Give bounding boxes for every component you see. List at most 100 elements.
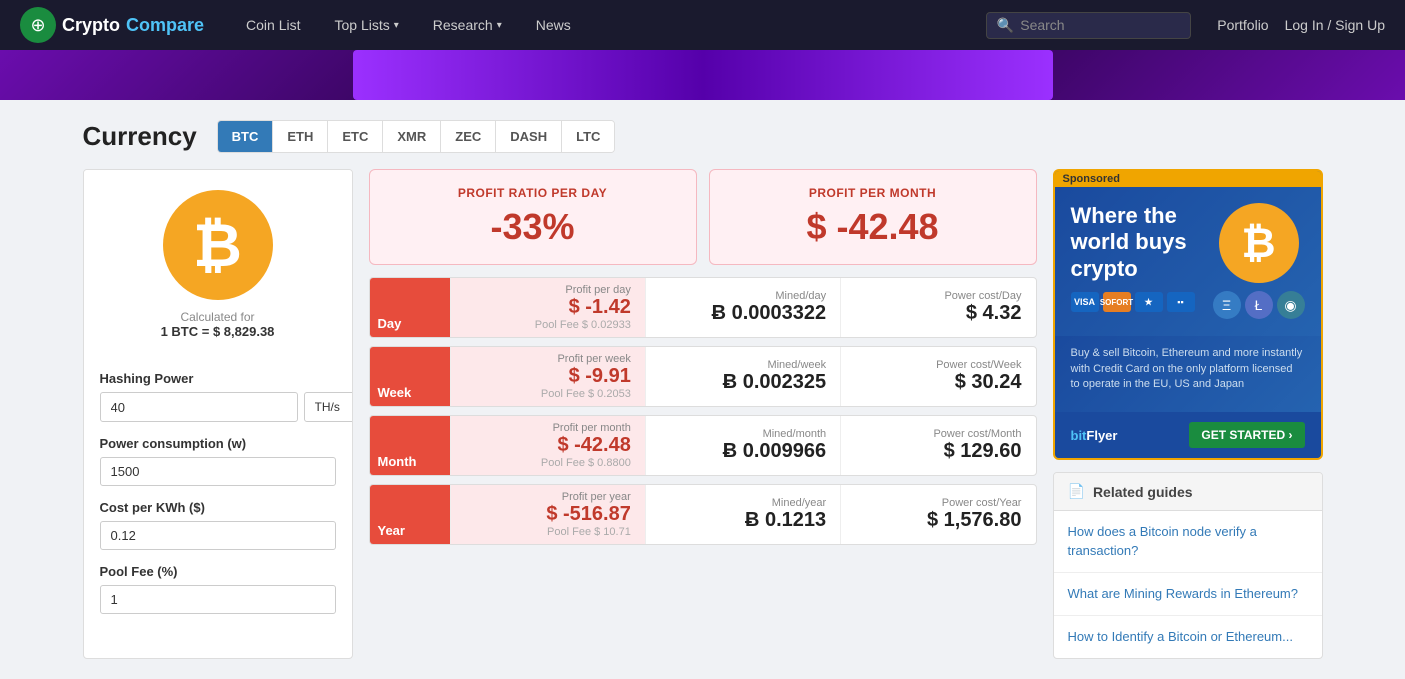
row-profit-col-label: Profit per day [465,284,631,296]
row-pool-fee: Pool Fee $ 10.71 [465,526,631,538]
row-power-col: Power cost/Week $ 30.24 [840,347,1035,406]
login-link[interactable]: Log In / Sign Up [1285,17,1385,33]
center-panel: PROFIT RATIO PER DAY -33% PROFIT PER MON… [369,169,1037,659]
flyer-text: Flyer [1086,428,1117,443]
summary-cards: PROFIT RATIO PER DAY -33% PROFIT PER MON… [369,169,1037,265]
currency-tabs: BTC ETH ETC XMR ZEC DASH LTC [217,120,616,153]
related-guides: 📄 Related guides How does a Bitcoin node… [1053,472,1323,659]
row-pool-fee: Pool Fee $ 0.02933 [465,319,631,331]
row-mined-value: Ƀ 0.009966 [660,440,826,463]
guide-link[interactable]: How to Identify a Bitcoin or Ethereum... [1054,616,1322,658]
ad-cta-button[interactable]: GET STARTED › [1189,422,1304,448]
right-panel: Sponsored Where the world buys crypto VI… [1053,169,1323,659]
table-row: Week Profit per week $ -9.91 Pool Fee $ … [369,346,1037,407]
ad-btc-icon: ₿ [1219,203,1299,283]
payment-icon-3: ★ [1135,292,1163,312]
nav-top-lists[interactable]: Top Lists ▾ [323,0,411,50]
ad-body: Where the world buys crypto VISA SOFORT … [1055,187,1321,336]
ad-description-area: Buy & sell Bitcoin, Ethereum and more in… [1055,336,1321,412]
row-profit-value: $ -1.42 [465,296,631,319]
row-power-label: Power cost/Year [855,497,1021,509]
tab-ltc[interactable]: LTC [562,121,614,152]
data-rows: Day Profit per day $ -1.42 Pool Fee $ 0.… [369,277,1037,545]
left-panel: ₿ Calculated for 1 BTC = $ 8,829.38 Hash… [83,169,353,659]
calc-label: Calculated for [180,310,254,324]
row-profit-value: $ -42.48 [465,434,631,457]
nav-research[interactable]: Research ▾ [421,0,514,50]
row-power-label: Power cost/Month [855,428,1021,440]
row-power-col: Power cost/Day $ 4.32 [840,278,1035,337]
row-mined-col: Mined/day Ƀ 0.0003322 [645,278,840,337]
profit-month-card: PROFIT PER MONTH $ -42.48 [709,169,1037,265]
main-content: ₿ Calculated for 1 BTC = $ 8,829.38 Hash… [83,169,1323,659]
row-profit-value: $ -9.91 [465,365,631,388]
row-mined-label: Mined/year [660,497,826,509]
table-row: Year Profit per year $ -516.87 Pool Fee … [369,484,1037,545]
chevron-down-icon: ▾ [394,20,399,31]
guide-links: How does a Bitcoin node verify a transac… [1054,511,1322,658]
tab-btc[interactable]: BTC [218,121,274,152]
row-mined-col: Mined/year Ƀ 0.1213 [645,485,840,544]
tab-eth[interactable]: ETH [273,121,328,152]
alt-coin-icon: ◉ [1277,291,1305,319]
pool-fee-label: Pool Fee (%) [100,564,336,579]
row-period: Week [378,385,412,400]
tab-xmr[interactable]: XMR [383,121,441,152]
document-icon: 📄 [1068,483,1085,500]
row-period-label: Year [370,485,450,544]
row-profit-col: Profit per week $ -9.91 Pool Fee $ 0.205… [450,347,645,406]
table-row: Month Profit per month $ -42.48 Pool Fee… [369,415,1037,476]
profit-month-value: $ -42.48 [730,206,1016,248]
row-power-col: Power cost/Month $ 129.60 [840,416,1035,475]
hashing-power-input[interactable] [100,392,298,422]
ad-card[interactable]: Sponsored Where the world buys crypto VI… [1053,169,1323,460]
tab-dash[interactable]: DASH [496,121,562,152]
row-pool-fee: Pool Fee $ 0.2053 [465,388,631,400]
logo-text-crypto: Crypto [62,15,120,36]
search-input[interactable] [1020,17,1180,33]
related-guides-title: Related guides [1093,484,1193,500]
nav-news[interactable]: News [524,0,583,50]
navigation: ⊕ Crypto Compare Coin List Top Lists ▾ R… [0,0,1405,50]
power-consumption-input[interactable] [100,457,336,486]
banner-content [353,50,1053,100]
tab-zec[interactable]: ZEC [441,121,496,152]
row-period: Month [378,454,417,469]
row-power-value: $ 1,576.80 [855,509,1021,532]
portfolio-link[interactable]: Portfolio [1217,17,1268,33]
row-mined-value: Ƀ 0.1213 [660,509,826,532]
row-profit-col-label: Profit per month [465,422,631,434]
promo-banner[interactable] [0,50,1405,100]
ad-headline: Where the world buys crypto [1071,203,1201,282]
eth-icon: Ξ [1213,291,1241,319]
ad-sponsored-label: Sponsored [1055,171,1321,187]
row-mined-label: Mined/day [660,290,826,302]
row-power-col: Power cost/Year $ 1,576.80 [840,485,1035,544]
ad-description: Buy & sell Bitcoin, Ethereum and more in… [1071,346,1305,392]
row-period-label: Day [370,278,450,337]
ltc-icon: Ł [1245,291,1273,319]
page-header: Currency BTC ETH ETC XMR ZEC DASH LTC [83,120,1323,153]
logo-icon: ⊕ [20,7,56,43]
profit-ratio-card: PROFIT RATIO PER DAY -33% [369,169,697,265]
calc-value: 1 BTC = $ 8,829.38 [161,324,275,339]
cost-per-kwh-input[interactable] [100,521,336,550]
row-profit-value: $ -516.87 [465,503,631,526]
page-container: Currency BTC ETH ETC XMR ZEC DASH LTC ₿ … [63,100,1343,679]
visa-icon: VISA [1071,292,1099,312]
guide-link[interactable]: What are Mining Rewards in Ethereum? [1054,573,1322,616]
row-period: Day [378,316,402,331]
profit-month-label: PROFIT PER MONTH [730,186,1016,200]
logo-link[interactable]: ⊕ Crypto Compare [20,7,204,43]
mining-form: Hashing Power TH/s GH/s MH/s Power consu… [84,359,352,640]
guide-link[interactable]: How does a Bitcoin node verify a transac… [1054,511,1322,572]
row-period: Year [378,523,405,538]
nav-coin-list[interactable]: Coin List [234,0,312,50]
row-profit-col: Profit per year $ -516.87 Pool Fee $ 10.… [450,485,645,544]
tab-etc[interactable]: ETC [328,121,383,152]
ad-payment-icons: VISA SOFORT ★ ▪▪ [1071,292,1201,312]
coin-icon: ₿ [163,190,273,300]
row-power-label: Power cost/Week [855,359,1021,371]
hashing-power-unit-select[interactable]: TH/s GH/s MH/s [304,392,353,422]
cost-per-kwh-label: Cost per KWh ($) [100,500,336,515]
